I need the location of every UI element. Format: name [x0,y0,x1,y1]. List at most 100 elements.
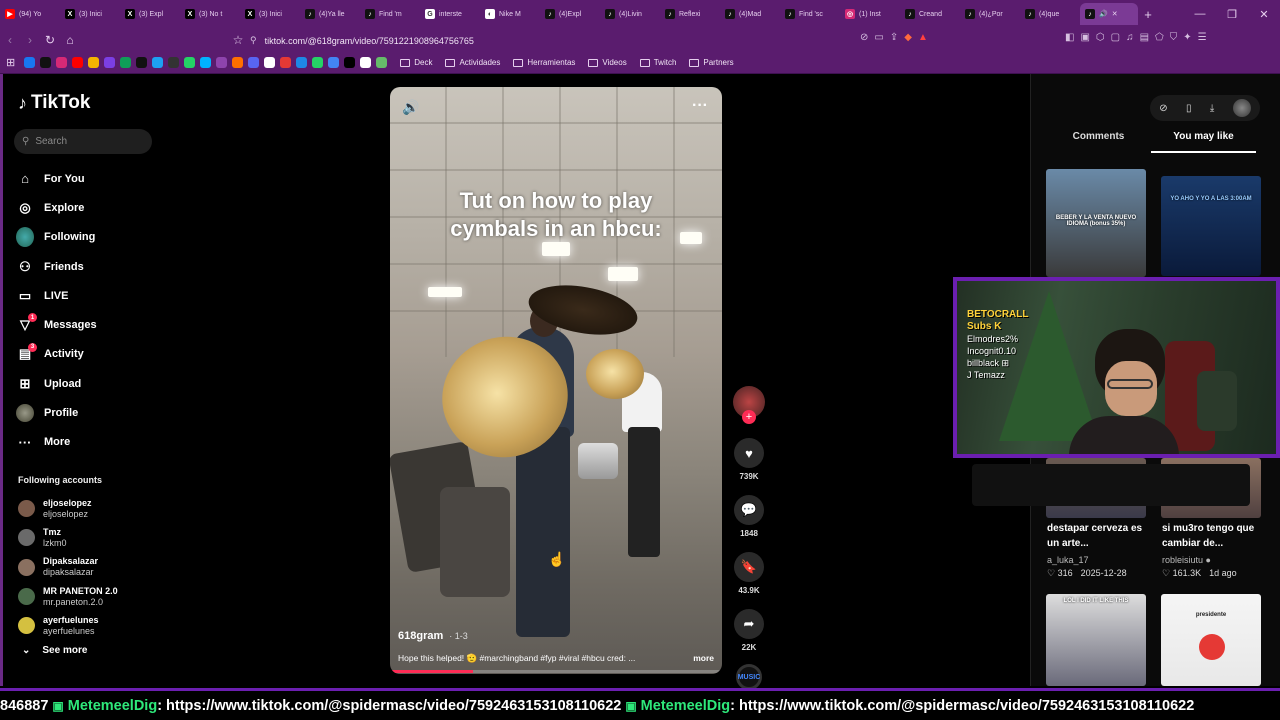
nav-item-friends[interactable]: ⚇ Friends [16,252,176,281]
minimize-icon[interactable]: — [1184,8,1216,20]
bookmark-favicon-icon[interactable] [248,57,260,68]
bookmark-favicon-icon[interactable] [184,57,196,68]
close-window-icon[interactable]: ✕ [1248,8,1280,21]
wallet-icon[interactable]: ✦ [1183,32,1191,43]
browser-tab[interactable]: ♪ Reflexi [660,3,720,25]
browser-tab-active[interactable]: ♪ 🔊 ✕ [1080,3,1138,25]
suggested-video-thumbnail[interactable]: presidente [1161,594,1261,686]
bookmark-favicon-icon[interactable] [88,57,100,68]
bookmark-favicon-icon[interactable] [264,57,276,68]
bookmark-favicon-icon[interactable] [56,57,68,68]
browser-tab[interactable]: ♪ Creand [900,3,960,25]
new-tab-icon[interactable]: + [1138,7,1158,22]
bookmark-favicon-icon[interactable] [120,57,132,68]
browser-tab[interactable]: ◎ (1) Inst [840,3,900,25]
nav-item-explore[interactable]: ◎ Explore [16,193,176,222]
reload-icon[interactable]: ↻ [40,33,60,47]
device-icon[interactable]: ▯ [1186,103,1192,114]
video-author[interactable]: 618gram · 1-3 [398,630,468,642]
browser-tab[interactable]: ◐ Nike M [480,3,540,25]
bookmark-icon[interactable]: 🔖 [734,552,764,582]
bookmark-folder[interactable]: Partners [689,58,734,67]
comment-action[interactable]: 💬 1848 [730,495,768,538]
brave-shield-icon[interactable]: ◆ [904,32,912,43]
browser-tab[interactable]: ♪ (4)Livin [600,3,660,25]
browser-tab[interactable]: X (3) Inici [240,3,300,25]
bookmark-favicon-icon[interactable] [296,57,308,68]
comment-icon[interactable]: 💬 [734,495,764,525]
nav-item-messages[interactable]: ▽ 1 Messages [16,310,176,339]
browser-tab[interactable]: ♪ (4)Expl [540,3,600,25]
following-account[interactable]: Tmz lzkm0 [18,523,168,552]
bookmark-folder[interactable]: Videos [588,58,627,67]
nav-item-activity[interactable]: ▤ 3 Activity [16,340,176,369]
extension-icon[interactable]: ▤ [1140,32,1149,43]
see-more-button[interactable]: ⌄ See more [22,645,87,656]
bookmark-favicon-icon[interactable] [200,57,212,68]
extension-icon[interactable]: ⬡ [1096,32,1105,43]
bookmark-favicon-icon[interactable] [136,57,148,68]
user-avatar[interactable] [1232,99,1251,117]
browser-tab[interactable]: ♪ Find 'sc [780,3,840,25]
vpn-icon[interactable]: ⛉ [1170,32,1178,43]
share-page-icon[interactable]: ⇪ [890,32,898,43]
following-account[interactable]: eljoselopez eljoselopez [18,494,168,523]
share-action[interactable]: ➦ 22K [730,609,768,652]
suggested-video-user[interactable]: a_luka_17 [1047,555,1089,565]
download-icon[interactable]: ⤓ [1210,103,1214,114]
bookmark-favicon-icon[interactable] [152,57,164,68]
tiktok-logo[interactable]: ♪ TikTok [18,92,90,114]
video-author-name[interactable]: 618gram [398,630,443,642]
search-input[interactable]: ⚲ Search [14,129,152,154]
mute-icon[interactable]: ⊘ [860,32,868,43]
browser-tab[interactable]: ♪ (4)que [1020,3,1080,25]
forward-icon[interactable]: › [20,33,40,47]
explore-icon[interactable]: ⊘ [1159,103,1167,114]
following-account[interactable]: ayerfuelunes ayerfuelunes [18,611,168,640]
browser-tab[interactable]: X (3) No t [180,3,240,25]
suggested-video-title[interactable]: si mu3ro tengo que cambiar de... [1162,521,1266,551]
bookmark-folder[interactable]: Herramientas [513,58,575,67]
extension-icon[interactable]: ▢ [1111,32,1120,43]
bookmark-favicon-icon[interactable] [104,57,116,68]
browser-tab[interactable]: X (3) Expl [120,3,180,25]
bookmark-favicon-icon[interactable] [344,57,356,68]
bookmark-favicon-icon[interactable] [168,57,180,68]
following-account[interactable]: MR PANETON 2.0 mr.paneton.2.0 [18,582,168,611]
home-icon[interactable]: ⌂ [60,33,80,47]
browser-tab[interactable]: Ginterste [420,3,480,25]
suggested-video-thumbnail[interactable]: YO AHO Y YO A LAS 3:00AM [1161,176,1261,276]
nav-item-more[interactable]: ··· More [16,428,176,457]
video-more-options-icon[interactable]: ··· [692,97,708,115]
bookmark-favicon-icon[interactable] [24,57,36,68]
music-disc[interactable]: MUSIC [736,664,762,690]
bookmark-folder[interactable]: Actividades [445,58,500,67]
volume-icon[interactable]: 🔊 [402,99,419,116]
bookmark-favicon-icon[interactable] [280,57,292,68]
bookmark-folder[interactable]: Twitch [639,58,676,67]
following-account[interactable]: Dipaksalazar dipaksalazar [18,553,168,582]
browser-tab[interactable]: ♪ (4)Ya lle [300,3,360,25]
bookmark-favicon-icon[interactable] [40,57,52,68]
close-tab-icon[interactable]: ✕ [1112,10,1118,18]
caption-more-button[interactable]: more [693,653,714,664]
back-icon[interactable]: ‹ [0,33,20,47]
tab-comments[interactable]: Comments [1046,131,1151,153]
suggested-video-thumbnail[interactable]: BEBER Y LA VENTA NUEVO IDIOMA (bonus 35%… [1046,169,1146,277]
like-icon[interactable]: ♥ [734,438,764,468]
browser-tab[interactable]: ▶ (94) Yo [0,3,60,25]
video-progress-bar[interactable] [390,670,722,673]
nav-item-for-you[interactable]: ⌂ For You [16,164,176,193]
nav-item-upload[interactable]: ⊞ Upload [16,369,176,398]
cast-icon[interactable]: ▭ [874,32,883,43]
bookmark-page-icon[interactable]: ☆ [228,33,248,47]
brave-rewards-icon[interactable]: ▲ [918,32,928,43]
apps-icon[interactable]: ⊞ [6,56,15,69]
bookmark-favicon-icon[interactable] [312,57,324,68]
browser-tab[interactable]: X (3) Inici [60,3,120,25]
menu-icon[interactable]: ☰ [1198,32,1207,43]
extension-icon[interactable]: ◧ [1065,32,1074,43]
video-player[interactable]: Tut on how to play cymbals in an hbcu: 🔊… [390,87,722,674]
tab-you-may-like[interactable]: You may like [1151,131,1256,153]
nav-item-profile[interactable]: Profile [16,398,176,427]
